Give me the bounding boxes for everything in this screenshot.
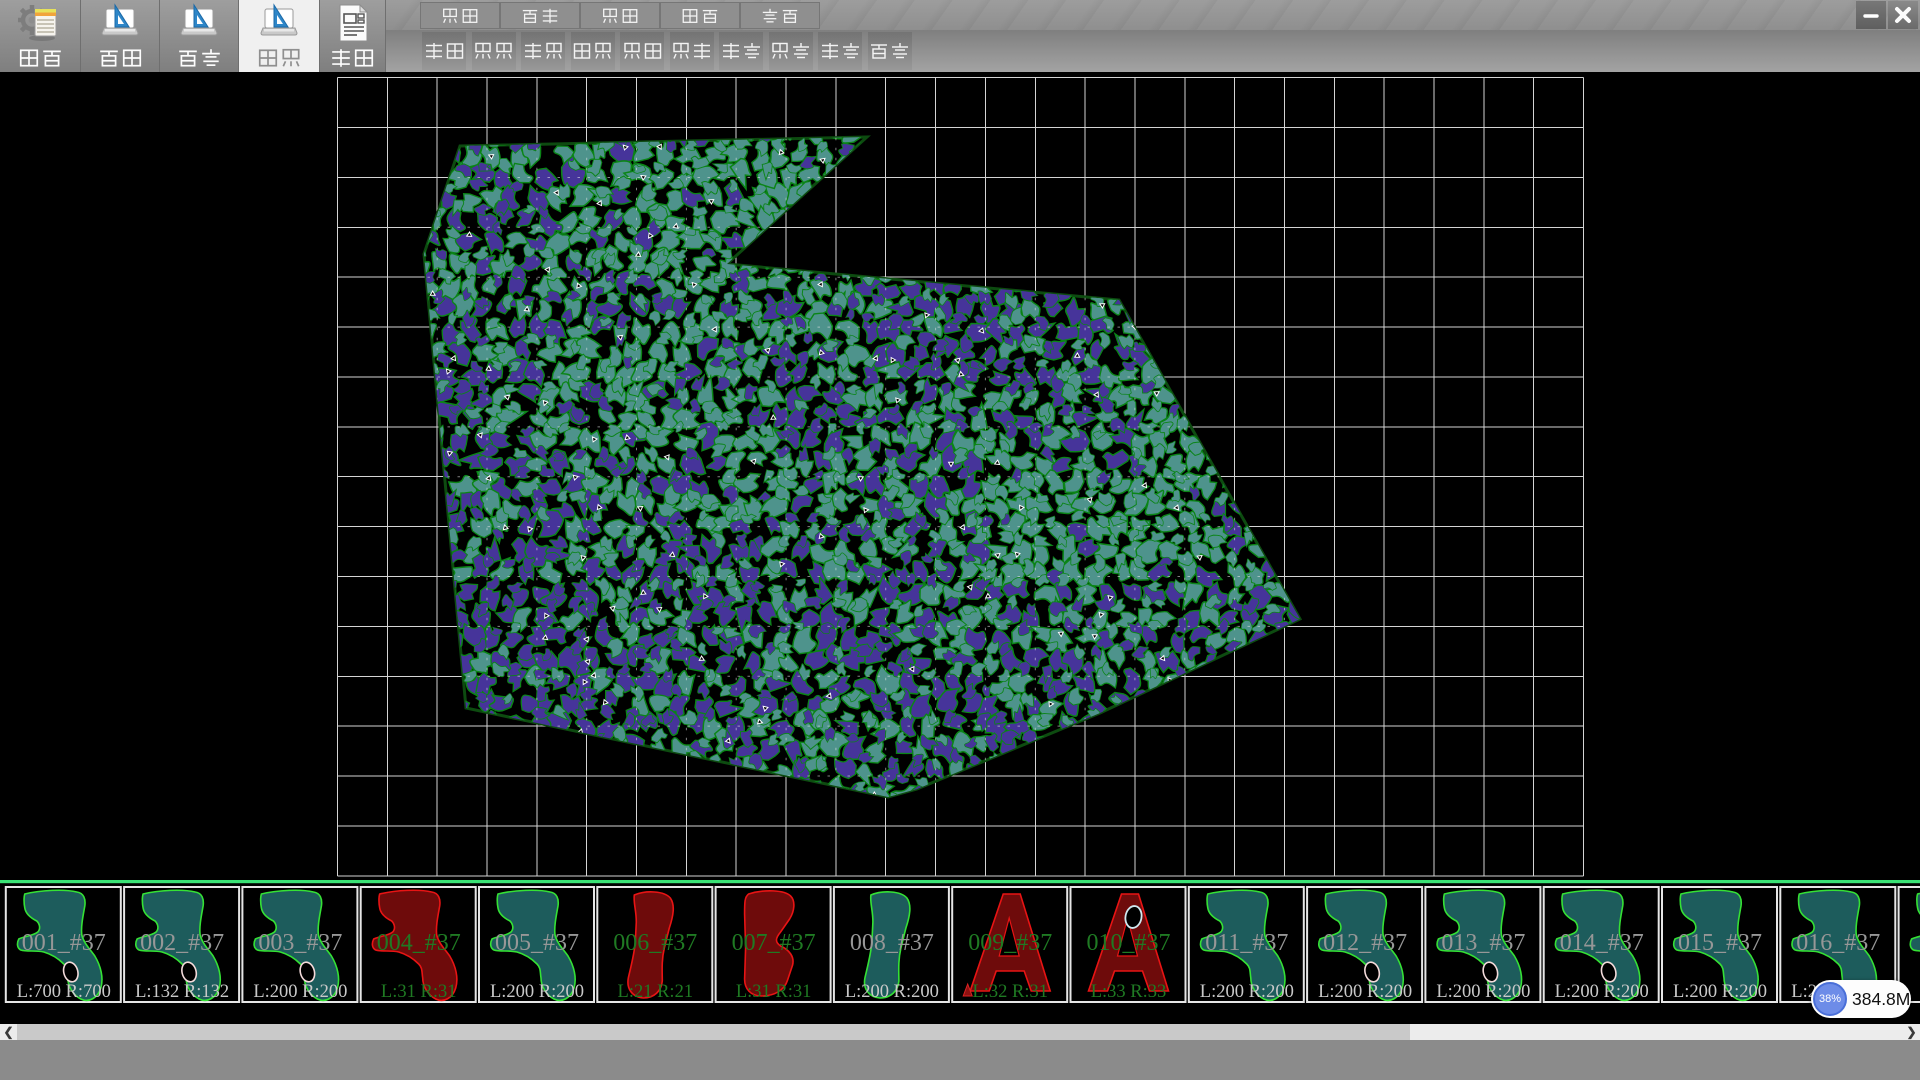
svg-text:L:200 R:200: L:200 R:200 bbox=[1673, 982, 1767, 1002]
svg-text:L:33 R:33: L:33 R:33 bbox=[1091, 982, 1167, 1002]
svg-text:014_#37: 014_#37 bbox=[1560, 930, 1644, 956]
svg-text:L:200 R:200: L:200 R:200 bbox=[1200, 982, 1294, 1002]
svg-text:L:200 R:200: L:200 R:200 bbox=[845, 982, 939, 1002]
svg-text:L:200 R:200: L:200 R:200 bbox=[1436, 982, 1530, 1002]
svg-text:011_#37: 011_#37 bbox=[1205, 930, 1288, 956]
svg-text:012_#37: 012_#37 bbox=[1323, 930, 1407, 956]
svg-text:015_#37: 015_#37 bbox=[1678, 930, 1762, 956]
svg-text:016_#37: 016_#37 bbox=[1796, 930, 1880, 956]
svg-text:002_#37: 002_#37 bbox=[140, 930, 224, 956]
svg-text:L:31 R:31: L:31 R:31 bbox=[736, 982, 812, 1002]
svg-text:L:21 R:21: L:21 R:21 bbox=[618, 982, 694, 1002]
svg-text:001_#37: 001_#37 bbox=[22, 930, 106, 956]
svg-text:L:31 R:31: L:31 R:31 bbox=[381, 982, 457, 1002]
svg-text:L:200 R:200: L:200 R:200 bbox=[1555, 982, 1649, 1002]
svg-text:013_#37: 013_#37 bbox=[1441, 930, 1525, 956]
svg-text:L:32 R:31: L:32 R:31 bbox=[972, 982, 1048, 1002]
svg-text:L:700 R:700: L:700 R:700 bbox=[17, 982, 111, 1002]
svg-text:007_#37: 007_#37 bbox=[732, 930, 816, 956]
svg-text:L:132 R:132: L:132 R:132 bbox=[135, 982, 229, 1002]
svg-text:004_#37: 004_#37 bbox=[377, 930, 461, 956]
svg-text:010_#37: 010_#37 bbox=[1087, 930, 1171, 956]
svg-text:L:200 R:200: L:200 R:200 bbox=[1318, 982, 1412, 1002]
svg-text:006_#37: 006_#37 bbox=[613, 930, 697, 956]
svg-text:003_#37: 003_#37 bbox=[258, 930, 342, 956]
svg-text:L:200 R:200: L:200 R:200 bbox=[253, 982, 347, 1002]
svg-text:L:200 R:200: L:200 R:200 bbox=[490, 982, 584, 1002]
svg-text:009_#37: 009_#37 bbox=[968, 930, 1052, 956]
svg-text:005_#37: 005_#37 bbox=[495, 930, 579, 956]
svg-text:008_#37: 008_#37 bbox=[850, 930, 934, 956]
